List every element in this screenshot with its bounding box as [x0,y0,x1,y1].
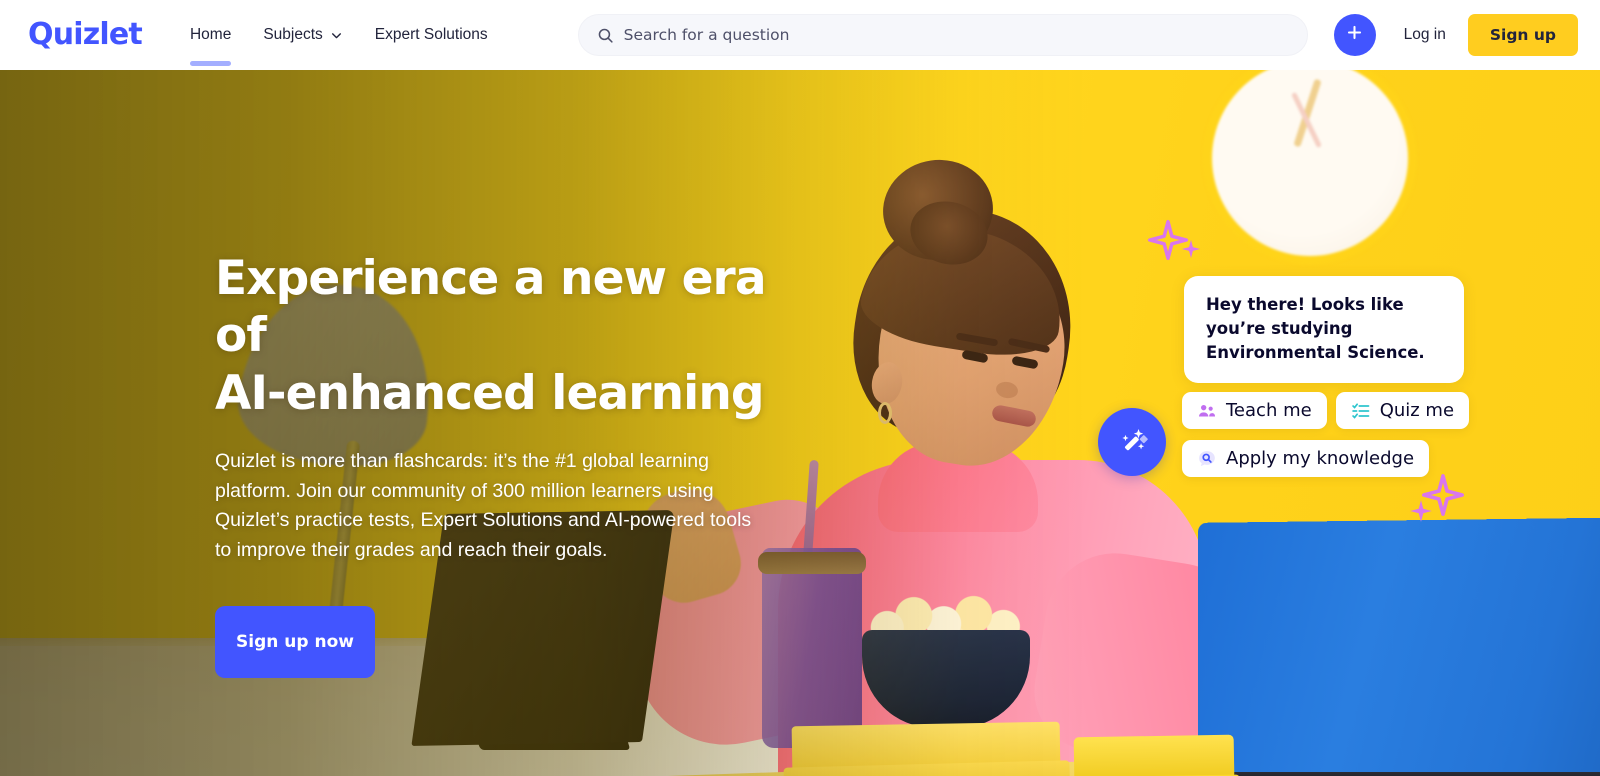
teach-people-icon [1197,401,1217,421]
search-container: Search for a question [577,14,1308,56]
ai-chip-quiz-me-label: Quiz me [1379,400,1455,421]
hero-subtitle: Quizlet is more than flashcards: it’s th… [215,449,752,561]
ai-chip-apply-my-knowledge-label: Apply my knowledge [1226,448,1415,469]
ai-chip-row-primary: Teach me Quiz me [1182,392,1470,429]
search-placeholder: Search for a question [623,26,790,44]
nav-item-home[interactable]: Home [174,0,247,70]
hero-copy: Experience a new era of AI-enhanced lear… [215,250,815,679]
login-link[interactable]: Log in [1404,26,1446,44]
plus-icon [1345,23,1364,47]
ai-chip-row-secondary: Apply my knowledge [1182,440,1430,477]
nav-item-home-label: Home [189,26,232,43]
hero-title-line-1: Experience a new era of [215,251,767,364]
main-nav: Home Subjects Expert Solutions [174,0,504,70]
magic-wand-icon [1115,423,1149,462]
nav-item-expert-solutions[interactable]: Expert Solutions [359,0,504,70]
magnify-chat-icon [1197,449,1217,469]
ai-magic-wand-button[interactable] [1098,408,1166,476]
site-header: Quizlet Home Subjects Expert Solutions S… [0,0,1600,70]
nav-item-expert-solutions-label: Expert Solutions [374,26,488,43]
quiz-checklist-icon [1351,401,1371,421]
nav-item-subjects-label: Subjects [263,26,323,43]
ai-chip-teach-me-label: Teach me [1226,400,1312,421]
ai-chip-teach-me[interactable]: Teach me [1182,392,1327,429]
ai-chip-quiz-me[interactable]: Quiz me [1335,392,1470,429]
ai-message-text: Hey there! Looks like you’re studying En… [1206,295,1425,362]
ai-message-bubble: Hey there! Looks like you’re studying En… [1184,276,1464,383]
search-input[interactable]: Search for a question [577,14,1308,56]
chevron-down-icon [330,29,343,42]
hero-title-line-2: AI-enhanced learning [215,365,765,421]
signup-button[interactable]: Sign up [1467,14,1578,56]
nav-item-subjects[interactable]: Subjects [247,0,358,70]
search-icon [597,27,614,44]
hero-signup-now-button[interactable]: Sign up now [215,606,375,679]
create-button[interactable] [1333,14,1376,56]
ai-chip-apply-my-knowledge[interactable]: Apply my knowledge [1182,440,1430,477]
page-title: Experience a new era of AI-enhanced lear… [215,250,815,422]
quizlet-logo[interactable]: Quizlet [28,20,143,50]
hero-section: Experience a new era of AI-enhanced lear… [0,70,1600,776]
